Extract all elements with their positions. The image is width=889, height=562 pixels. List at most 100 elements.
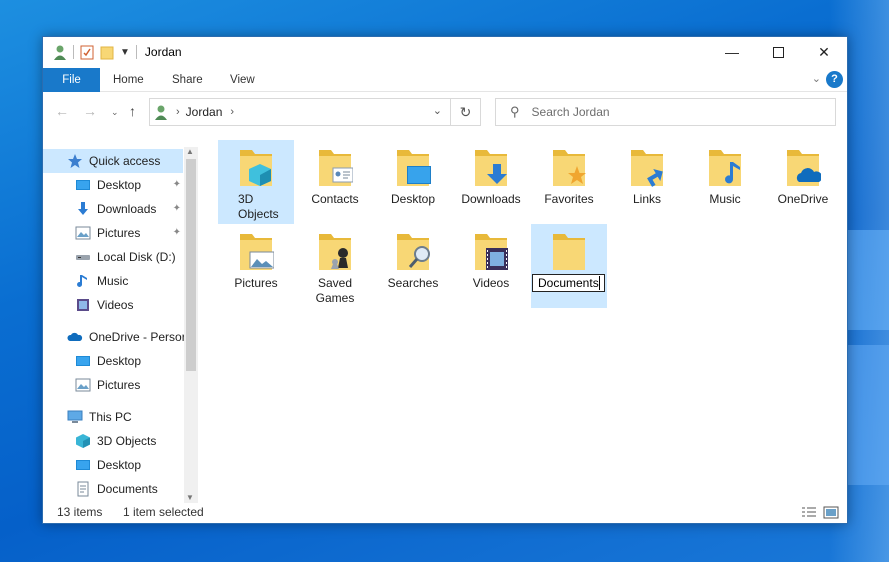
pictures-icon (75, 226, 91, 240)
desktop-window-logo-pane (847, 345, 889, 485)
folder-icon (553, 234, 585, 270)
item-count: 13 items (57, 505, 103, 519)
desktop-icon (397, 150, 431, 186)
pc-icon (67, 410, 83, 423)
cube-icon (240, 150, 272, 186)
folder-searches[interactable]: Searches (375, 224, 451, 308)
magnifier-icon (397, 234, 430, 270)
folder-links[interactable]: Links (609, 140, 685, 224)
film-icon (475, 234, 508, 270)
desktop-icon (76, 180, 90, 190)
nav-item-this-pc[interactable]: This PC (43, 405, 183, 429)
properties-icon[interactable] (80, 44, 94, 60)
nav-item-quick-access[interactable]: Quick access (43, 149, 183, 173)
up-arrow-icon[interactable]: ↑ (129, 103, 136, 119)
user-folder-icon[interactable] (53, 44, 67, 60)
tab-view[interactable]: View (230, 68, 255, 92)
link-arrow-icon (631, 150, 663, 187)
folder-downloads[interactable]: Downloads (453, 140, 529, 224)
music-icon (77, 275, 87, 287)
back-arrow-icon[interactable]: ← (55, 103, 69, 119)
window-title: Jordan (144, 45, 182, 59)
videos-icon (77, 299, 89, 311)
nav-item-onedrive-pictures[interactable]: Pictures (43, 373, 183, 397)
refresh-icon: ↻ (459, 103, 472, 120)
landscape-icon (240, 234, 274, 270)
pin-icon[interactable]: ✦ (173, 203, 181, 214)
help-button[interactable]: ? (826, 71, 843, 88)
address-dropdown-icon[interactable]: ⌄ (433, 104, 442, 117)
download-icon (78, 202, 88, 215)
scrollbar-thumb[interactable] (186, 159, 196, 371)
close-button[interactable]: ✕ (801, 37, 847, 67)
nav-item-3d-objects[interactable]: 3D Objects (43, 429, 183, 453)
details-view-icon[interactable] (801, 506, 817, 519)
folder-music[interactable]: Music (687, 140, 763, 224)
expand-ribbon-chevron-icon[interactable]: ⌄ (812, 72, 821, 85)
folder-videos[interactable]: Videos (453, 224, 529, 308)
cube-icon (76, 434, 90, 448)
desktop-icon (76, 356, 90, 366)
pin-icon[interactable]: ✦ (173, 179, 181, 190)
scroll-down-icon[interactable]: ▼ (186, 493, 194, 502)
folder-contacts[interactable]: Contacts (297, 140, 373, 224)
rename-field[interactable]: Documents (532, 274, 605, 292)
nav-item-onedrive-desktop[interactable]: Desktop (43, 349, 183, 373)
folder-3d-objects[interactable]: 3D Objects (218, 140, 294, 224)
cloud-icon (67, 332, 83, 341)
user-folder-icon (155, 105, 167, 120)
large-icons-view-icon[interactable] (823, 506, 839, 519)
maximize-button[interactable] (755, 37, 801, 67)
search-icon: ⚲ (510, 104, 520, 119)
breadcrumb-separator-icon[interactable]: › (230, 106, 234, 118)
tab-share[interactable]: Share (172, 68, 203, 92)
folder-pictures[interactable]: Pictures (218, 224, 294, 308)
folder-favorites[interactable]: Favorites (531, 140, 607, 224)
nav-item-pictures[interactable]: Pictures ✦ (43, 221, 183, 245)
folder-desktop[interactable]: Desktop (375, 140, 451, 224)
title-bar: ▼ Jordan — ✕ (43, 37, 847, 67)
cloud-icon (787, 150, 821, 186)
folder-saved-games[interactable]: Saved Games (297, 224, 373, 308)
minimize-button[interactable]: — (709, 37, 755, 67)
tab-home[interactable]: Home (113, 68, 144, 92)
ribbon-tabs: File Home Share View ⌄ ? (43, 68, 847, 92)
window-controls: — ✕ (709, 37, 847, 67)
folder-onedrive[interactable]: OneDrive (765, 140, 841, 224)
nav-item-onedrive[interactable]: OneDrive - Persor (43, 325, 186, 349)
drive-icon (76, 255, 90, 260)
scroll-up-icon[interactable]: ▲ (186, 147, 194, 156)
chess-piece-icon (319, 234, 351, 270)
contact-card-icon (319, 150, 353, 186)
pin-icon[interactable]: ✦ (173, 227, 181, 238)
refresh-button[interactable]: ↻ (451, 98, 481, 126)
nav-item-pc-desktop[interactable]: Desktop (43, 453, 183, 477)
customize-toolbar-dropdown-icon[interactable]: ▼ (120, 47, 130, 58)
tab-file[interactable]: File (43, 68, 100, 92)
documents-icon (77, 481, 89, 497)
breadcrumb-separator-icon[interactable]: › (176, 106, 180, 118)
status-bar: 13 items 1 item selected (43, 503, 847, 523)
music-note-icon (709, 150, 741, 186)
nav-item-documents[interactable]: Documents (43, 477, 183, 501)
recent-locations-chevron-icon[interactable]: ⌄ (111, 107, 119, 118)
breadcrumb-jordan[interactable]: Jordan (186, 105, 223, 119)
nav-item-videos[interactable]: Videos (43, 293, 183, 317)
nav-item-desktop[interactable]: Desktop ✦ (43, 173, 183, 197)
search-placeholder: Search Jordan (531, 105, 610, 119)
forward-arrow-icon[interactable]: → (83, 103, 97, 119)
nav-item-downloads[interactable]: Downloads ✦ (43, 197, 183, 221)
nav-item-local-disk[interactable]: Local Disk (D:) (43, 245, 183, 269)
file-explorer-window: ▼ Jordan — ✕ File Home Share View ⌄ ? ← … (42, 36, 848, 524)
nav-item-music[interactable]: Music (43, 269, 183, 293)
nav-pane-scrollbar[interactable]: ▲ ▼ (184, 147, 198, 503)
folder-documents[interactable]: Documents (531, 224, 607, 308)
address-bar[interactable]: › Jordan › ⌄ (149, 98, 451, 126)
search-box[interactable]: ⚲ Search Jordan (495, 98, 836, 126)
navigation-bar: ← → ⌄ ↑ › Jordan › ⌄ ↻ ⚲ Search Jordan (43, 95, 847, 129)
star-icon (68, 154, 82, 168)
quick-access-toolbar: ▼ (43, 44, 137, 60)
new-folder-icon[interactable] (100, 44, 114, 60)
selection-count: 1 item selected (123, 505, 204, 519)
file-list: 3D Objects Contacts Desktop Downloads Fa… (215, 137, 835, 507)
